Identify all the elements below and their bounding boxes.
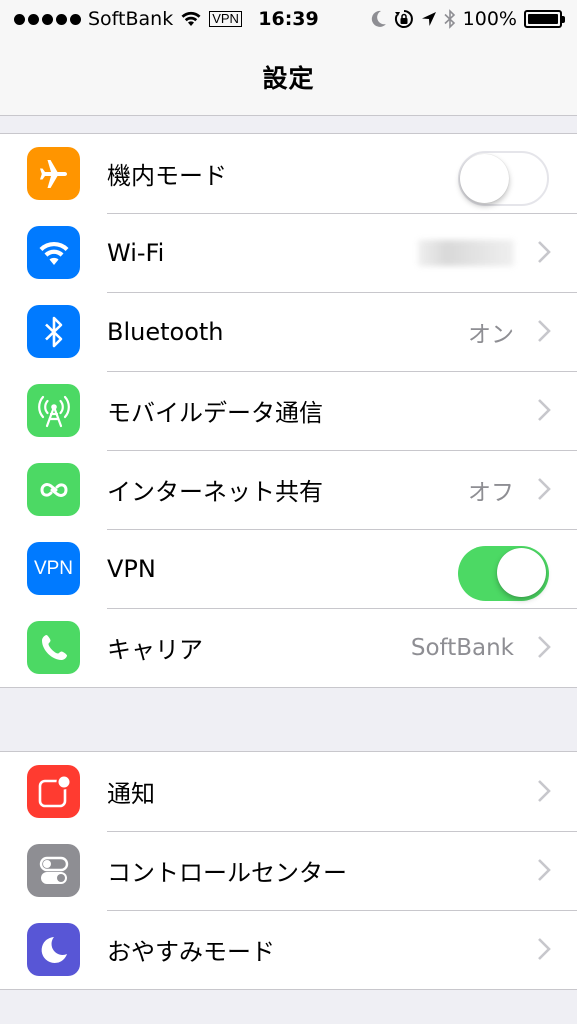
bluetooth-status-icon — [444, 9, 455, 29]
vpn-toggle[interactable] — [458, 546, 549, 601]
chevron-right-icon — [538, 938, 551, 960]
rotation-lock-icon — [394, 10, 413, 28]
chevron-right-icon — [538, 636, 551, 658]
notifications-icon — [27, 765, 80, 818]
status-right: 100% — [371, 8, 565, 30]
page-title: 設定 — [262, 63, 315, 93]
row-carrier[interactable]: キャリア SoftBank — [0, 608, 577, 687]
row-airplane-mode: 機内モード — [0, 134, 577, 213]
toggle-knob — [497, 548, 546, 597]
carrier-value: SoftBank — [410, 634, 514, 661]
row-label: コントロールセンター — [107, 859, 347, 887]
row-wifi[interactable]: Wi-Fi — [0, 213, 577, 292]
chevron-right-icon — [538, 399, 551, 421]
row-label: 通知 — [107, 780, 155, 808]
row-do-not-disturb[interactable]: おやすみモード — [0, 910, 577, 989]
bluetooth-icon — [27, 305, 80, 358]
chevron-right-icon — [538, 320, 551, 342]
row-notifications[interactable]: 通知 — [0, 752, 577, 831]
vpn-icon: VPN — [27, 542, 80, 595]
battery-icon — [524, 10, 565, 28]
link-icon — [27, 463, 80, 516]
battery-percent: 100% — [462, 8, 517, 30]
row-mobile-data[interactable]: モバイルデータ通信 — [0, 371, 577, 450]
chevron-right-icon — [538, 780, 551, 802]
row-label: おやすみモード — [107, 938, 275, 966]
row-label: キャリア — [107, 636, 203, 664]
moon-status-icon — [371, 10, 386, 27]
status-left: SoftBank VPN — [14, 8, 242, 30]
settings-group-connectivity: 機内モード Wi-Fi Bluetooth オン モバイルデータ通信 インターネ… — [0, 133, 577, 688]
settings-group-system: 通知 コントロールセンター おやすみモード — [0, 751, 577, 990]
chevron-right-icon — [538, 478, 551, 500]
row-personal-hotspot[interactable]: インターネット共有 オフ — [0, 450, 577, 529]
navigation-bar: 設定 — [0, 38, 577, 116]
airplane-icon — [27, 147, 80, 200]
row-vpn: VPN VPN — [0, 529, 577, 608]
row-bluetooth[interactable]: Bluetooth オン — [0, 292, 577, 371]
row-control-center[interactable]: コントロールセンター — [0, 831, 577, 910]
row-label: インターネット共有 — [107, 478, 323, 506]
chevron-right-icon — [538, 859, 551, 881]
status-bar: SoftBank VPN 16:39 100% — [0, 0, 577, 38]
wifi-status-icon — [181, 11, 201, 26]
signal-strength-icon — [14, 13, 81, 25]
settings-screen: SoftBank VPN 16:39 100% 設定 機内モード Wi-Fi B… — [0, 0, 577, 1024]
phone-icon — [27, 621, 80, 674]
wifi-icon — [27, 226, 80, 279]
location-icon — [421, 12, 436, 26]
hotspot-status: オフ — [468, 479, 514, 506]
row-label: Wi-Fi — [107, 238, 165, 267]
row-label: Bluetooth — [107, 317, 224, 346]
wifi-network-name-obscured — [418, 239, 514, 266]
row-label: 機内モード — [107, 162, 227, 190]
status-time: 16:39 — [258, 8, 319, 30]
carrier-name: SoftBank — [88, 8, 174, 30]
airplane-mode-toggle[interactable] — [458, 151, 549, 206]
chevron-right-icon — [538, 241, 551, 263]
row-label: モバイルデータ通信 — [107, 399, 323, 427]
vpn-icon-text: VPN — [33, 557, 74, 579]
antenna-icon — [27, 384, 80, 437]
moon-icon — [27, 923, 80, 976]
vpn-status-badge: VPN — [209, 11, 242, 27]
bluetooth-status: オン — [468, 321, 514, 348]
switches-icon — [27, 844, 80, 897]
row-label: VPN — [107, 554, 156, 583]
toggle-knob — [460, 154, 509, 203]
